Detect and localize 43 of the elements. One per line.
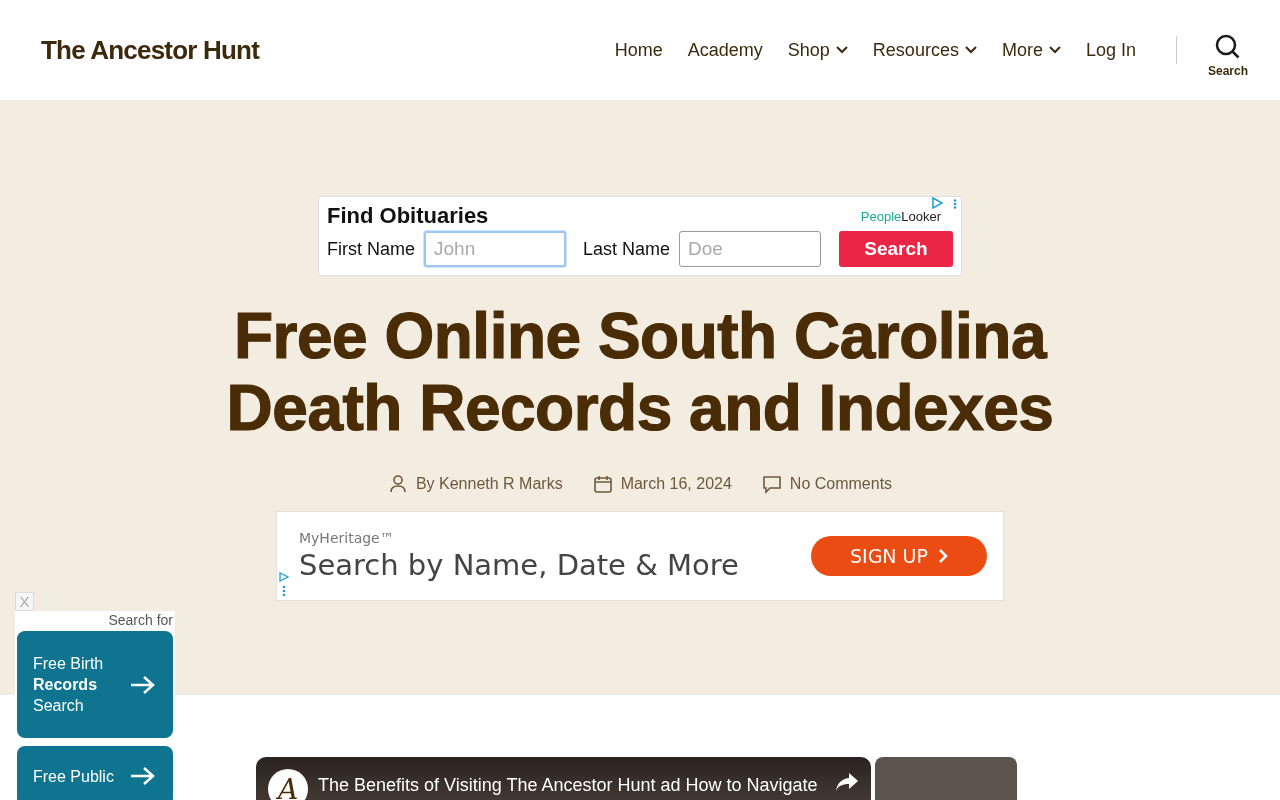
more-icon[interactable] xyxy=(953,199,957,209)
person-icon xyxy=(387,474,408,494)
ad-title: Find Obituaries xyxy=(327,203,489,229)
video-player[interactable]: A The Benefits of Visiting The Ancestor Hunt ad How to Navigate xyxy=(256,757,871,800)
field-label: First Name xyxy=(327,238,415,260)
name-field[interactable]: Doe xyxy=(679,231,822,267)
search-button[interactable]: Search xyxy=(839,231,953,267)
caret-icon xyxy=(964,46,977,54)
ad-brand: MyHeritage™ xyxy=(299,530,395,546)
caret-icon xyxy=(835,46,848,54)
search-link-card[interactable]: Free Public xyxy=(17,746,173,800)
article-title: Free Online South Carolina Death Records and Indexes xyxy=(225,300,1055,444)
nav-link[interactable]: Shop xyxy=(787,39,848,61)
nav-link[interactable]: More xyxy=(1001,39,1061,61)
name-field[interactable]: John xyxy=(424,231,566,267)
share-icon[interactable] xyxy=(835,771,859,793)
search-button[interactable]: Search xyxy=(1207,34,1248,78)
nav-link[interactable]: Resources xyxy=(872,39,977,61)
ad-headline: Search by Name, Date & More xyxy=(299,548,739,582)
ad-choices-icon[interactable] xyxy=(279,572,289,598)
comment-icon xyxy=(761,474,782,494)
search-link-card[interactable]: Free Birth Records Search xyxy=(17,631,173,738)
arrow-icon xyxy=(129,766,157,786)
caret-icon xyxy=(1048,46,1061,54)
video-title[interactable]: The Benefits of Visiting The Ancestor Hunt ad How to Navigate xyxy=(318,775,818,796)
post-date[interactable]: March 16, 2024 xyxy=(620,475,732,493)
channel-logo[interactable]: A xyxy=(268,769,308,800)
search-icon xyxy=(1215,34,1241,60)
comments-link[interactable]: No Comments xyxy=(789,475,893,493)
brand-logo: PeopleLooker xyxy=(860,209,941,224)
nav-link[interactable]: Log In xyxy=(1085,39,1136,61)
sign-up-button[interactable]: SIGN UP xyxy=(811,536,987,576)
nav-link[interactable]: Home xyxy=(614,39,663,61)
chevron-icon xyxy=(938,548,948,564)
field-label: Last Name xyxy=(583,238,671,260)
author-link[interactable]: By Kenneth R Marks xyxy=(415,475,563,493)
nav-link[interactable]: Academy xyxy=(687,39,763,61)
calendar-icon xyxy=(592,474,613,494)
ad-choices-icon[interactable] xyxy=(931,197,943,209)
video-thumbnail[interactable] xyxy=(875,757,1017,800)
arrow-icon xyxy=(129,674,157,695)
site-logo[interactable]: The Ancestor Hunt xyxy=(41,34,259,66)
widget-heading: Search for xyxy=(107,612,173,628)
